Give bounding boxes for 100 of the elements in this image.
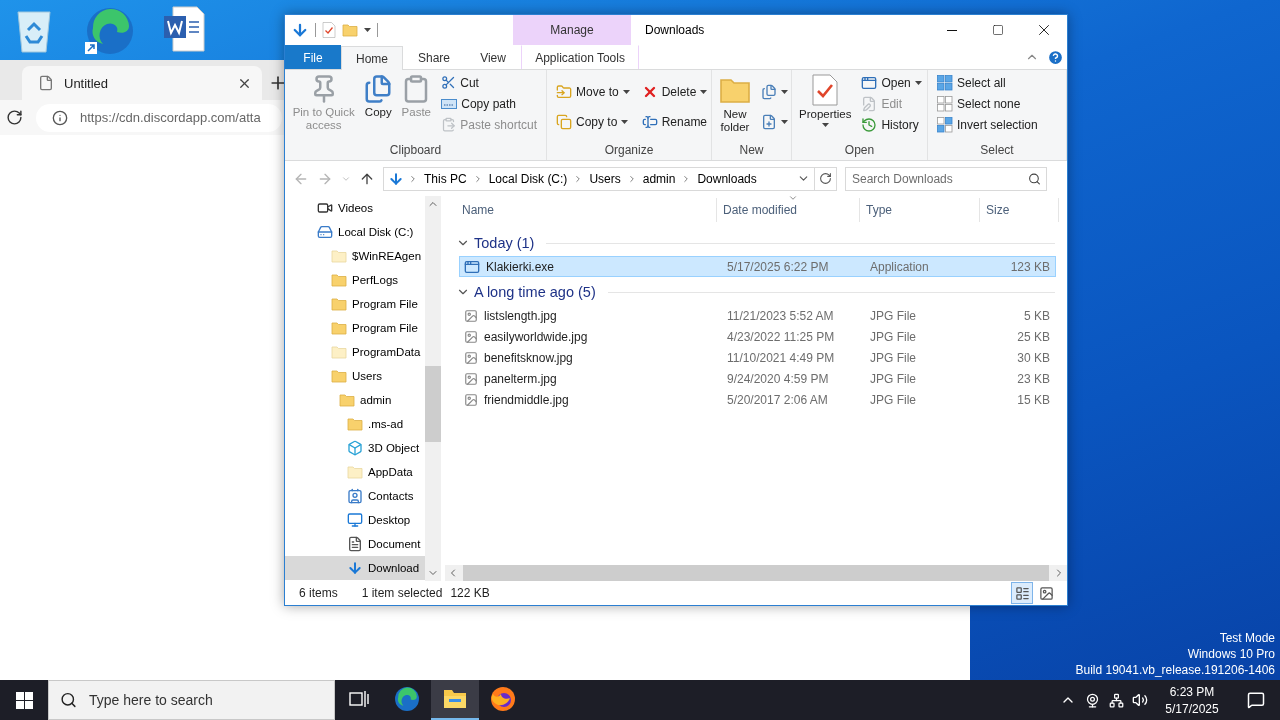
image-file-icon — [464, 350, 478, 365]
ribbon-button[interactable]: Open — [858, 72, 925, 93]
scroll-thumb[interactable] — [425, 366, 441, 442]
ribbon-button[interactable]: History — [858, 114, 925, 135]
mixed-grid-icon — [937, 116, 953, 133]
maximize-icon — [992, 24, 1004, 36]
view-button[interactable] — [1011, 582, 1033, 604]
group-header[interactable]: Today (1) — [456, 230, 1055, 256]
nav-item[interactable]: .ms-ad — [285, 412, 425, 436]
search-field[interactable]: Type here to search — [48, 680, 335, 720]
empty-grid-icon — [937, 95, 953, 112]
clock[interactable]: 6:23 PM 5/17/2025 — [1152, 680, 1232, 720]
nav-item[interactable]: Program File — [285, 316, 425, 340]
nav-item[interactable]: Videos — [285, 196, 425, 220]
image-file-icon — [464, 308, 478, 323]
column-header[interactable]: Name — [456, 198, 717, 222]
file-type: JPG File — [869, 371, 917, 386]
nav-item[interactable]: Program File — [285, 292, 425, 316]
nav-item[interactable]: $WinREAgen — [285, 244, 425, 268]
breadcrumb[interactable]: admin — [640, 171, 678, 186]
breadcrumb[interactable]: This PC — [422, 171, 469, 186]
caret-icon — [622, 89, 630, 94]
nav-item[interactable]: Download — [285, 556, 425, 580]
rename-icon — [641, 114, 658, 131]
ribbon-tab[interactable]: File — [285, 45, 341, 69]
url-bar[interactable]: https://cdn.discordapp.com/atta — [36, 103, 282, 132]
status-text: 122 KB — [450, 586, 490, 600]
copy-icon — [363, 74, 394, 104]
scissors-icon — [441, 75, 457, 90]
caret-icon — [781, 120, 788, 125]
group-header[interactable]: A long time ago (5) — [456, 279, 1055, 305]
file-size: 23 KB — [1016, 371, 1051, 386]
file-row[interactable]: easilyworldwide.jpg 4/23/2022 11:25 PM JPG File 25 KB — [459, 326, 1056, 347]
ribbon-button[interactable]: Cut — [438, 72, 540, 93]
file-row[interactable]: panelterm.jpg 9/24/2020 4:59 PM JPG File 23 KB — [459, 368, 1056, 389]
file-row[interactable]: listslength.jpg 11/21/2023 5:52 AM JPG File 5 KB — [459, 305, 1056, 326]
status-text: 1 item selected — [361, 586, 443, 600]
history-icon — [861, 116, 878, 133]
firefox-logo-icon — [490, 686, 516, 712]
search-field[interactable]: Search Downloads — [845, 166, 1047, 191]
nav-item[interactable]: ProgramData — [285, 340, 425, 364]
column-header[interactable]: Date modified — [717, 198, 860, 222]
nav-item[interactable]: 3D Object — [285, 436, 425, 460]
new-file-icon — [761, 114, 777, 131]
file-size: 25 KB — [1016, 329, 1051, 344]
nav-item[interactable]: admin — [285, 388, 425, 412]
reload-icon — [5, 109, 23, 126]
browser-tab[interactable]: Untitled — [22, 66, 262, 100]
ribbon-tab[interactable]: Application Tools — [521, 45, 640, 69]
ribbon-button[interactable]: New folder — [716, 72, 754, 136]
volume-icon — [1132, 692, 1148, 708]
nav-item[interactable]: Users — [285, 364, 425, 388]
folder-icon — [331, 368, 347, 384]
breadcrumb[interactable]: Users — [587, 171, 623, 186]
file-type: JPG File — [869, 392, 917, 407]
down-arrow-icon — [291, 21, 309, 39]
info-icon — [52, 109, 68, 126]
nav-item[interactable]: PerfLogs — [285, 268, 425, 292]
ribbon-tab[interactable]: Home — [341, 46, 403, 70]
nav-item[interactable]: Contacts — [285, 484, 425, 508]
breadcrumb[interactable]: Local Disk (C:) — [486, 171, 570, 186]
chevron-icon — [408, 173, 418, 184]
column-header[interactable]: Size — [980, 198, 1059, 222]
group-label: Clipboard — [388, 142, 443, 159]
ribbon-button[interactable]: Select none — [934, 93, 1041, 114]
ribbon-button[interactable]: Invert selection — [934, 114, 1041, 135]
ribbon-button[interactable]: Move to — [553, 81, 633, 103]
nav-item[interactable]: Local Disk (C:) — [285, 220, 425, 244]
folder-icon — [331, 344, 347, 360]
column-header[interactable]: Type — [860, 198, 980, 222]
minimize-icon — [947, 29, 957, 31]
ribbon-button[interactable]: Properties — [796, 72, 855, 129]
edge-logo-icon — [85, 6, 135, 56]
ribbon-button[interactable]: Copy — [360, 72, 397, 121]
copy-icon — [556, 114, 572, 131]
ribbon-button[interactable]: Rename — [638, 111, 711, 133]
taskbar-app[interactable] — [431, 680, 479, 720]
address-bar[interactable]: This PC Local Disk (C:) Users admin Downloads — [383, 166, 837, 191]
group-label: Select — [979, 142, 1015, 159]
ribbon-button[interactable]: Select all — [934, 72, 1041, 93]
file-row[interactable]: friendmiddle.jpg 5/20/2017 2:06 AM JPG File 15 KB — [459, 389, 1056, 410]
nav-item[interactable]: Document — [285, 532, 425, 556]
ribbon-button[interactable]: Copy to — [553, 111, 633, 133]
image-file-icon — [464, 329, 478, 344]
file-name: easilyworldwide.jpg — [484, 329, 588, 344]
watermark-text: Build 19041.vb_release.191206-1406 — [1075, 662, 1275, 678]
ribbon-button[interactable]: Copy path — [438, 93, 540, 114]
nav-item[interactable]: Desktop — [285, 508, 425, 532]
ribbon-button[interactable]: Delete — [638, 81, 711, 103]
breadcrumb[interactable]: Downloads — [695, 171, 759, 186]
windows-logo-icon — [15, 691, 33, 709]
file-row[interactable]: benefitsknow.jpg 11/10/2021 4:49 PM JPG File 30 KB — [459, 347, 1056, 368]
word-document-icon — [163, 6, 205, 52]
file-row[interactable]: Klakierki.exe 5/17/2025 6:22 PM Application 123 KB — [459, 256, 1056, 277]
nav-item[interactable]: AppData — [285, 460, 425, 484]
refresh-icon — [819, 172, 832, 185]
file-name: friendmiddle.jpg — [484, 392, 569, 407]
document-icon — [347, 536, 363, 552]
window-icon — [464, 258, 480, 275]
folder-icon — [331, 296, 347, 312]
